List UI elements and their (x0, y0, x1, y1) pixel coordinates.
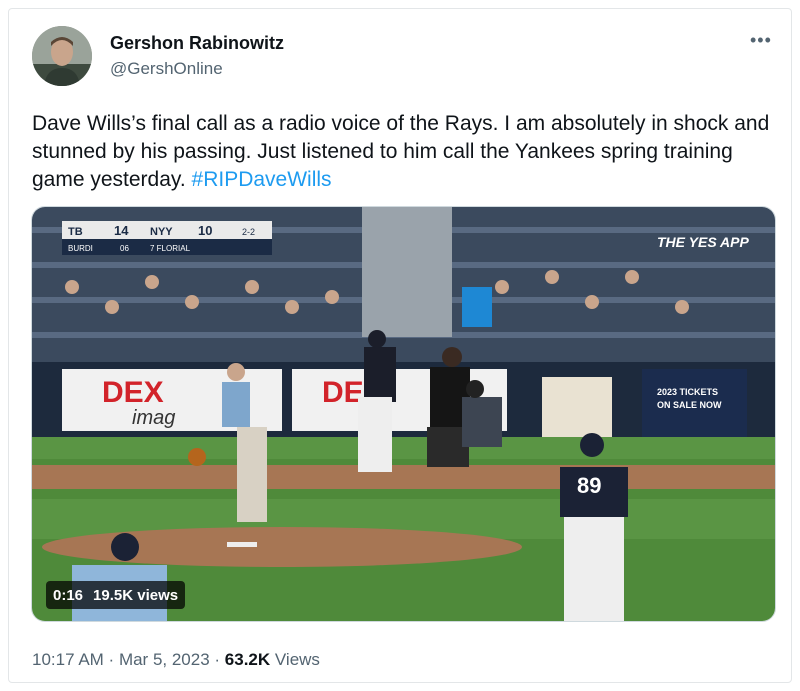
view-label: Views (274, 650, 320, 669)
scorebug-away-sub: BURDI (68, 244, 93, 253)
tweet-metadata: 10:17 AM · Mar 5, 2023 · 63.2K Views (32, 650, 320, 669)
video-frame: DEX imag DE 2023 TICKETS ON SALE NOW 89 (32, 207, 775, 621)
video-duration: 0:16 (53, 586, 84, 604)
scorebug-count: 2-2 (242, 227, 255, 237)
svg-text:DE: DE (322, 376, 364, 409)
svg-text:ON SALE NOW: ON SALE NOW (657, 400, 722, 410)
author-handle[interactable]: @GershOnline (110, 59, 223, 79)
tweet-body: Dave Wills’s final call as a radio voice… (32, 112, 770, 191)
scorebug-away-team: TB (68, 226, 83, 238)
svg-text:2023 TICKETS: 2023 TICKETS (657, 387, 718, 397)
player-number: 89 (577, 473, 601, 498)
author-avatar[interactable] (32, 26, 92, 86)
tweet-date[interactable]: Mar 5, 2023 (119, 650, 210, 669)
scorebug-home-sub: 7 FLORIAL (150, 244, 191, 253)
svg-text:DEX: DEX (102, 376, 164, 409)
scorebug-away-score: 14 (114, 223, 129, 238)
view-count: 63.2K (224, 650, 271, 669)
more-options-icon[interactable]: ••• (750, 30, 772, 51)
hashtag-link[interactable]: #RIPDaveWills (192, 168, 332, 191)
broadcaster-logo: THE YES APP (657, 234, 749, 250)
video-duration-badge: 0:16 19.5K views (46, 581, 186, 609)
scorebug-home-score: 10 (198, 223, 212, 238)
video-player[interactable]: DEX imag DE 2023 TICKETS ON SALE NOW 89 (31, 206, 776, 622)
video-views: 19.5K views (93, 586, 179, 604)
tweet-time[interactable]: 10:17 AM (32, 650, 104, 669)
author-name[interactable]: Gershon Rabinowitz (110, 33, 284, 54)
svg-text:imag: imag (132, 407, 175, 429)
tweet-text: Dave Wills’s final call as a radio voice… (32, 110, 772, 194)
scorebug-home-team: NYY (150, 226, 173, 238)
scorebug-away-sub-num: 06 (120, 244, 129, 253)
